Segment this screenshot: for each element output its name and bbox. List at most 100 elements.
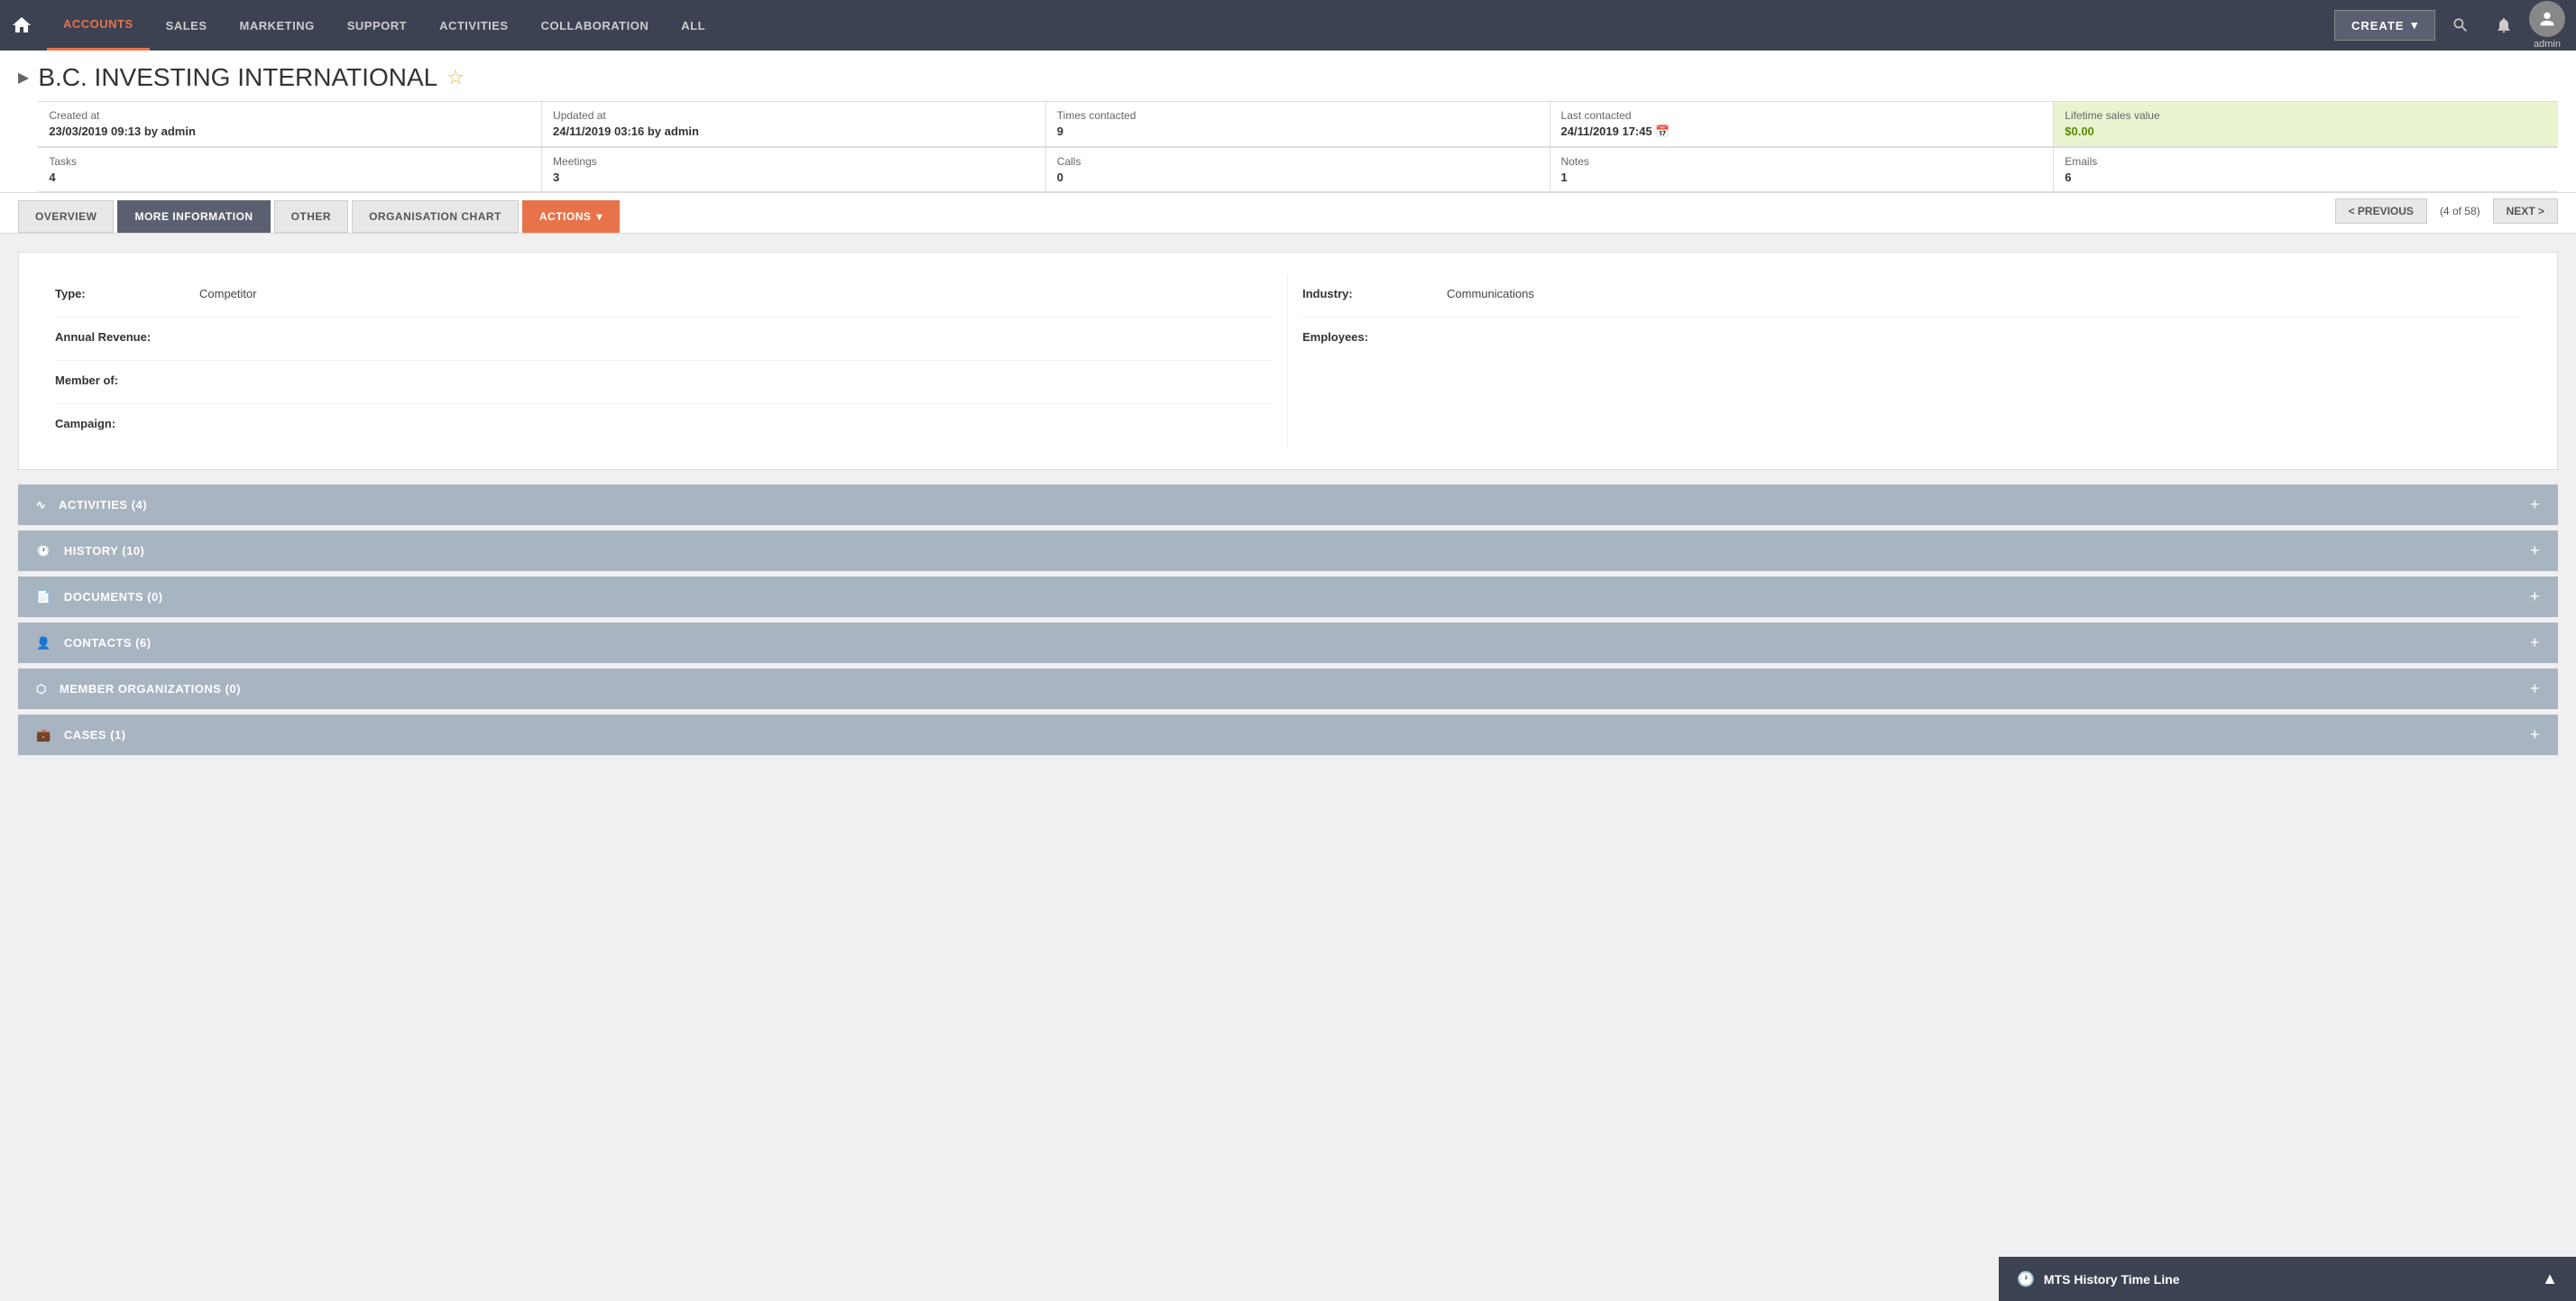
- calls-value: 0: [1057, 171, 1539, 184]
- nav-all[interactable]: ALL: [665, 0, 722, 51]
- tabs-navigation: < PREVIOUS (4 of 58) NEXT >: [2335, 198, 2558, 224]
- section-member-orgs-label: ⬡ MEMBER ORGANIZATIONS (0): [36, 682, 241, 697]
- meta-notes: Notes 1: [1550, 148, 2055, 192]
- meta-calls: Calls 0: [1046, 148, 1550, 192]
- tab-other[interactable]: OTHER: [274, 200, 349, 233]
- meta-last-contacted: Last contacted 24/11/2019 17:45 📅: [1550, 102, 2055, 147]
- field-member-of: Member of:: [55, 361, 1273, 404]
- annual-revenue-label: Annual Revenue:: [55, 330, 199, 344]
- actions-dropdown-icon: ▾: [596, 210, 603, 223]
- detail-right: Industry: Communications Employees:: [1288, 274, 2535, 448]
- page-title-wrap: B.C. INVESTING INTERNATIONAL ☆ Created a…: [38, 63, 2558, 192]
- updated-value: 24/11/2019 03:16 by admin: [553, 125, 1035, 138]
- section-member-orgs: ⬡ MEMBER ORGANIZATIONS (0) +: [18, 669, 2558, 709]
- detail-left: Type: Competitor Annual Revenue: Member …: [41, 274, 1288, 448]
- favorite-star-icon[interactable]: ☆: [446, 66, 465, 89]
- topnav-right: CREATE ▾ admin: [2334, 1, 2565, 50]
- meta-updated: Updated at 24/11/2019 03:16 by admin: [542, 102, 1046, 147]
- field-campaign: Campaign:: [55, 404, 1273, 448]
- top-navigation: ACCOUNTS SALES MARKETING SUPPORT ACTIVIT…: [0, 0, 2576, 51]
- bottom-panel-label: MTS History Time Line: [2044, 1272, 2180, 1287]
- lifetime-sales-value: $0.00: [2065, 125, 2547, 138]
- calendar-icon[interactable]: 📅: [1655, 125, 1670, 138]
- member-of-label: Member of:: [55, 374, 199, 387]
- meta-lifetime-sales: Lifetime sales value $0.00: [2054, 102, 2558, 147]
- tab-overview[interactable]: OVERVIEW: [18, 200, 114, 233]
- created-label: Created at: [49, 109, 530, 122]
- section-documents-header[interactable]: 📄 DOCUMENTS (0) +: [18, 577, 2558, 617]
- detail-card: Type: Competitor Annual Revenue: Member …: [18, 252, 2558, 470]
- tab-more-information[interactable]: MORE INFORMATION: [117, 200, 270, 233]
- next-button[interactable]: NEXT >: [2493, 198, 2558, 224]
- section-history-label: 🕐 HISTORY (10): [36, 544, 144, 558]
- detail-grid: Type: Competitor Annual Revenue: Member …: [41, 274, 2535, 448]
- section-documents-label: 📄 DOCUMENTS (0): [36, 590, 163, 604]
- create-button[interactable]: CREATE ▾: [2334, 10, 2435, 41]
- meta-emails: Emails 6: [2054, 148, 2558, 192]
- employees-label: Employees:: [1302, 330, 1447, 344]
- member-orgs-expand-icon[interactable]: +: [2530, 679, 2540, 698]
- created-value: 23/03/2019 09:13 by admin: [49, 125, 530, 138]
- tasks-value: 4: [49, 171, 530, 184]
- nav-marketing[interactable]: MARKETING: [224, 0, 331, 51]
- home-button[interactable]: [11, 14, 32, 36]
- section-contacts-label: 👤 CONTACTS (6): [36, 636, 152, 650]
- calls-label: Calls: [1057, 155, 1539, 168]
- industry-value: Communications: [1447, 287, 1534, 300]
- section-activities-header[interactable]: ∿ ACTIVITIES (4) +: [18, 484, 2558, 525]
- contacts-icon: 👤: [36, 636, 51, 650]
- contacts-expand-icon[interactable]: +: [2530, 633, 2540, 652]
- nav-accounts[interactable]: ACCOUNTS: [47, 0, 150, 51]
- meta-row-2: Tasks 4 Meetings 3 Calls 0 Notes 1 Email…: [38, 147, 2558, 192]
- search-icon[interactable]: [2443, 7, 2479, 43]
- lifetime-sales-label: Lifetime sales value: [2065, 109, 2547, 122]
- main-content: Type: Competitor Annual Revenue: Member …: [0, 234, 2576, 779]
- section-documents: 📄 DOCUMENTS (0) +: [18, 577, 2558, 617]
- cases-icon: 💼: [36, 728, 51, 742]
- nav-support[interactable]: SUPPORT: [331, 0, 423, 51]
- field-industry: Industry: Communications: [1302, 274, 2521, 318]
- nav-collaboration[interactable]: COLLABORATION: [525, 0, 666, 51]
- meta-created: Created at 23/03/2019 09:13 by admin: [38, 102, 542, 147]
- history-icon: 🕐: [36, 544, 51, 558]
- bottom-panel-collapse-button[interactable]: ▲: [2542, 1269, 2558, 1288]
- history-expand-icon[interactable]: +: [2530, 541, 2540, 560]
- tabs-bar: OVERVIEW MORE INFORMATION OTHER ORGANISA…: [0, 193, 2576, 234]
- activities-icon: ∿: [36, 498, 46, 512]
- actions-label: ACTIONS: [539, 210, 592, 223]
- section-history-header[interactable]: 🕐 HISTORY (10) +: [18, 531, 2558, 571]
- times-contacted-label: Times contacted: [1057, 109, 1539, 122]
- field-annual-revenue: Annual Revenue:: [55, 318, 1273, 361]
- bottom-panel-title: 🕐 MTS History Time Line: [2017, 1270, 2180, 1288]
- page-header: ▶ B.C. INVESTING INTERNATIONAL ☆ Created…: [0, 51, 2576, 193]
- notes-label: Notes: [1561, 155, 2043, 168]
- admin-label: admin: [2534, 39, 2561, 50]
- section-contacts-header[interactable]: 👤 CONTACTS (6) +: [18, 623, 2558, 663]
- create-dropdown-icon: ▾: [2411, 18, 2418, 32]
- last-contacted-label: Last contacted: [1561, 109, 2043, 122]
- notification-bell-icon[interactable]: [2486, 7, 2522, 43]
- tab-organisation-chart[interactable]: ORGANISATION CHART: [352, 200, 519, 233]
- type-label: Type:: [55, 287, 199, 300]
- collapse-button[interactable]: ▶: [18, 69, 29, 87]
- user-avatar[interactable]: [2529, 1, 2565, 37]
- section-contacts: 👤 CONTACTS (6) +: [18, 623, 2558, 663]
- section-cases-header[interactable]: 💼 CASES (1) +: [18, 715, 2558, 755]
- field-type: Type: Competitor: [55, 274, 1273, 318]
- section-history: 🕐 HISTORY (10) +: [18, 531, 2558, 571]
- tab-actions[interactable]: ACTIONS ▾: [522, 200, 620, 233]
- notes-value: 1: [1561, 171, 2043, 184]
- user-avatar-wrap[interactable]: admin: [2529, 1, 2565, 50]
- activities-expand-icon[interactable]: +: [2530, 495, 2540, 514]
- documents-expand-icon[interactable]: +: [2530, 587, 2540, 606]
- section-member-orgs-header[interactable]: ⬡ MEMBER ORGANIZATIONS (0) +: [18, 669, 2558, 709]
- section-cases-label: 💼 CASES (1): [36, 728, 126, 743]
- nav-sales[interactable]: SALES: [150, 0, 224, 51]
- nav-activities[interactable]: ACTIVITIES: [423, 0, 525, 51]
- bottom-panel-icon: 🕐: [2017, 1270, 2035, 1288]
- meta-row-1: Created at 23/03/2019 09:13 by admin Upd…: [38, 101, 2558, 147]
- meta-meetings: Meetings 3: [542, 148, 1046, 192]
- cases-expand-icon[interactable]: +: [2530, 725, 2540, 744]
- member-orgs-icon: ⬡: [36, 682, 47, 696]
- previous-button[interactable]: < PREVIOUS: [2335, 198, 2427, 224]
